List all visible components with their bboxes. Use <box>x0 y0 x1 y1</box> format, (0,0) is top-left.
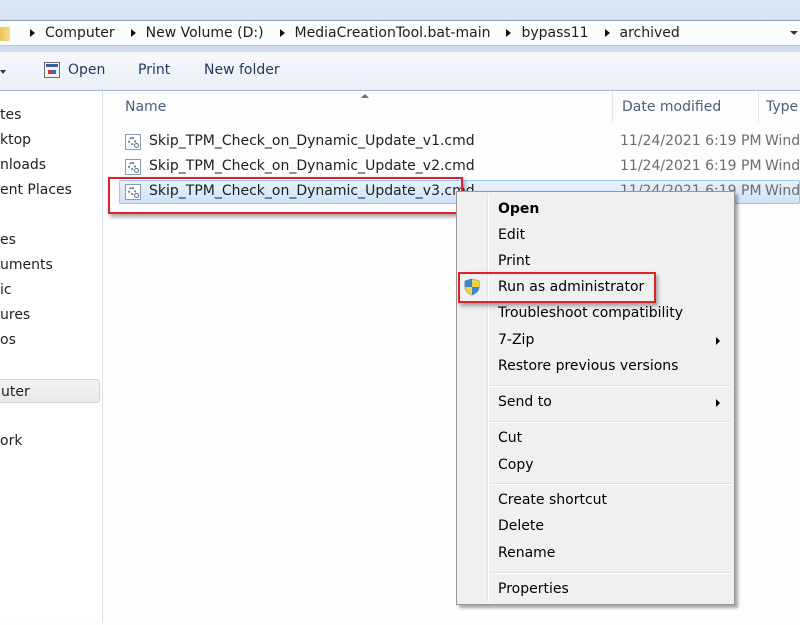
breadcrumb-arrow-icon[interactable] <box>506 29 512 37</box>
column-divider[interactable] <box>758 91 759 123</box>
breadcrumb-arrow-icon[interactable] <box>30 29 35 37</box>
menu-item-restore-previous-versions[interactable]: Restore previous versions <box>498 358 678 374</box>
open-button[interactable]: Open <box>44 62 105 78</box>
breadcrumb-computer[interactable]: Computer <box>45 25 115 41</box>
organize-dropdown-icon[interactable] <box>0 70 6 74</box>
menu-item-print[interactable]: Print <box>498 253 530 269</box>
submenu-arrow-icon <box>716 399 720 407</box>
menu-item-send-to[interactable]: Send to <box>498 394 552 410</box>
file-date: 11/24/2021 6:19 PM <box>620 133 762 149</box>
column-header-type[interactable]: Type <box>766 99 798 115</box>
menu-item-7zip[interactable]: 7-Zip <box>498 332 534 348</box>
navigation-pane: tes ktop nloads ent Places es uments ic … <box>0 91 103 623</box>
menu-separator <box>490 385 731 387</box>
nav-item-pictures[interactable]: ures <box>0 307 30 323</box>
menu-item-cut[interactable]: Cut <box>498 430 522 446</box>
menu-item-edit[interactable]: Edit <box>498 227 525 243</box>
menu-item-troubleshoot-compatibility[interactable]: Troubleshoot compatibility <box>498 305 683 321</box>
cmd-file-icon <box>125 159 141 175</box>
annotation-box-run-as-admin <box>458 272 656 303</box>
submenu-arrow-icon <box>716 337 720 345</box>
menu-icon-gutter <box>487 194 489 602</box>
open-app-icon <box>44 62 60 78</box>
folder-icon <box>0 25 14 41</box>
nav-item-network[interactable]: ork <box>0 433 22 449</box>
column-header-date-modified[interactable]: Date modified <box>622 99 721 115</box>
cmd-file-icon <box>125 134 141 150</box>
menu-separator <box>490 572 731 574</box>
nav-item-libraries[interactable]: es <box>0 232 16 248</box>
menu-item-rename[interactable]: Rename <box>498 545 555 561</box>
file-row[interactable]: Skip_TPM_Check_on_Dynamic_Update_v2.cmd … <box>103 155 800 179</box>
print-button[interactable]: Print <box>138 62 170 78</box>
nav-item-computer[interactable]: uter <box>0 379 100 403</box>
menu-item-open[interactable]: Open <box>498 201 539 217</box>
breadcrumb-bypass11[interactable]: bypass11 <box>521 25 588 41</box>
nav-item-documents[interactable]: uments <box>0 257 53 273</box>
nav-item-desktop[interactable]: ktop <box>0 132 31 148</box>
menu-separator <box>490 483 731 485</box>
open-button-label: Open <box>68 62 106 78</box>
annotation-box-selected-file <box>108 177 463 214</box>
nav-item-videos[interactable]: os <box>0 332 16 348</box>
file-date: 11/24/2021 6:19 PM <box>620 158 762 174</box>
nav-item-favorites[interactable]: tes <box>0 107 21 123</box>
breadcrumb-mediacreationtool[interactable]: MediaCreationTool.bat-main <box>295 25 491 41</box>
nav-item-downloads[interactable]: nloads <box>0 157 46 173</box>
menu-separator <box>490 421 731 423</box>
menu-item-create-shortcut[interactable]: Create shortcut <box>498 492 607 508</box>
breadcrumb-arrow-icon[interactable] <box>130 29 136 37</box>
file-row[interactable]: Skip_TPM_Check_on_Dynamic_Update_v1.cmd … <box>103 130 800 154</box>
column-divider[interactable] <box>612 91 613 123</box>
menu-item-delete[interactable]: Delete <box>498 518 544 534</box>
command-bar: Open Print New folder <box>0 52 800 91</box>
file-type: Wind <box>765 133 800 149</box>
file-name: Skip_TPM_Check_on_Dynamic_Update_v1.cmd <box>149 133 475 149</box>
context-menu: Open Edit Print Run as administrator Tro… <box>456 191 735 605</box>
breadcrumb-arrow-icon[interactable] <box>279 29 285 37</box>
breadcrumb-arrow-icon[interactable] <box>604 29 610 37</box>
print-button-label: Print <box>138 62 171 78</box>
menu-item-copy[interactable]: Copy <box>498 457 534 473</box>
breadcrumb-archived[interactable]: archived <box>620 25 680 41</box>
column-header-name[interactable]: Name <box>125 99 166 115</box>
address-bar-region: Computer New Volume (D:) MediaCreationTo… <box>0 0 800 52</box>
new-folder-button-label: New folder <box>204 62 280 78</box>
nav-item-music[interactable]: ic <box>0 282 12 298</box>
menu-item-properties[interactable]: Properties <box>498 581 569 597</box>
nav-item-recent-places[interactable]: ent Places <box>0 182 72 198</box>
new-folder-button[interactable]: New folder <box>204 62 280 78</box>
sort-ascending-icon <box>361 94 369 98</box>
file-name: Skip_TPM_Check_on_Dynamic_Update_v2.cmd <box>149 158 475 174</box>
address-dropdown-icon[interactable] <box>790 31 798 35</box>
breadcrumb-new-volume[interactable]: New Volume (D:) <box>146 25 264 41</box>
address-bar[interactable]: Computer New Volume (D:) MediaCreationTo… <box>0 20 800 46</box>
file-type: Wind <box>765 158 800 174</box>
file-type: Wind <box>765 183 800 199</box>
